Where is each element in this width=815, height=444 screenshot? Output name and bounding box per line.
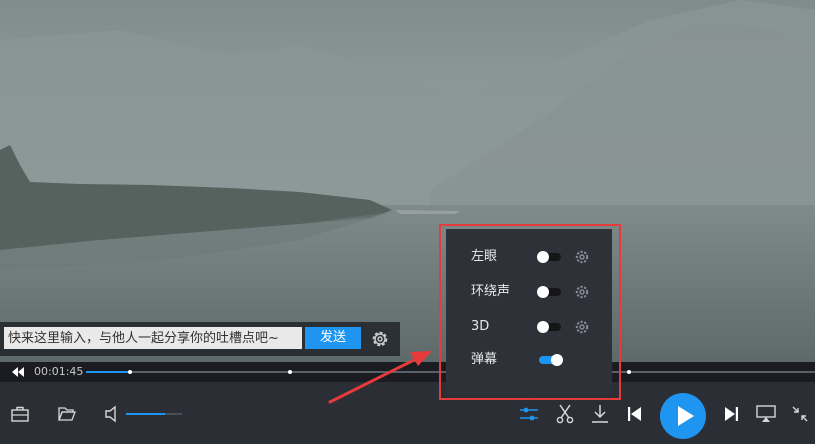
danmaku-label: 弹幕 xyxy=(471,352,498,367)
surround-label: 环绕声 xyxy=(471,284,511,299)
volume-level xyxy=(126,413,166,415)
toggle-knob xyxy=(551,354,563,366)
progress-played xyxy=(86,371,130,373)
3d-label: 3D xyxy=(471,319,490,334)
current-time: 00:01:45 xyxy=(34,365,84,378)
popup-row-3d: 3D xyxy=(446,315,612,339)
popup-row-danmaku: 弹幕 xyxy=(446,348,612,372)
rewind-icon[interactable] xyxy=(10,366,26,378)
equalizer-icon[interactable] xyxy=(519,404,539,424)
left-eye-toggle[interactable] xyxy=(537,251,561,263)
progress-marker[interactable] xyxy=(128,370,132,374)
previous-icon[interactable] xyxy=(627,406,643,422)
video-player: 发送 00:01:45 xyxy=(0,0,815,444)
gear-icon[interactable] xyxy=(575,285,589,299)
toggle-knob xyxy=(537,251,549,263)
volume-icon[interactable] xyxy=(104,405,122,423)
cast-icon[interactable] xyxy=(756,405,776,423)
popup-row-left-eye: 左眼 xyxy=(446,245,612,269)
toolbox-icon[interactable] xyxy=(11,406,29,422)
settings-popup: 左眼 环绕声 3D 弹幕 xyxy=(446,229,612,395)
left-eye-label: 左眼 xyxy=(471,249,498,264)
gear-icon[interactable] xyxy=(370,329,390,349)
scissors-icon[interactable] xyxy=(556,404,574,424)
progress-marker[interactable] xyxy=(627,370,631,374)
gear-icon[interactable] xyxy=(575,320,589,334)
danmaku-input[interactable] xyxy=(4,327,302,349)
folder-open-icon[interactable] xyxy=(58,406,76,422)
exit-fullscreen-icon[interactable] xyxy=(792,406,808,422)
toggle-knob xyxy=(537,321,549,333)
download-icon[interactable] xyxy=(591,404,609,424)
gear-icon[interactable] xyxy=(575,250,589,264)
play-icon xyxy=(678,406,694,426)
control-bar xyxy=(0,382,815,444)
progress-marker[interactable] xyxy=(288,370,292,374)
next-icon[interactable] xyxy=(723,406,739,422)
danmaku-input-bar: 发送 xyxy=(0,322,400,356)
volume-slider[interactable] xyxy=(126,413,182,415)
progress-row: 00:01:45 xyxy=(0,362,815,382)
popup-row-surround: 环绕声 xyxy=(446,280,612,304)
popup-pointer xyxy=(524,395,536,401)
toggle-knob xyxy=(537,286,549,298)
danmaku-toggle[interactable] xyxy=(539,354,563,366)
surround-toggle[interactable] xyxy=(537,286,561,298)
3d-toggle[interactable] xyxy=(537,321,561,333)
video-frame[interactable] xyxy=(0,0,815,362)
play-button[interactable] xyxy=(660,393,706,439)
send-button[interactable]: 发送 xyxy=(305,327,361,349)
